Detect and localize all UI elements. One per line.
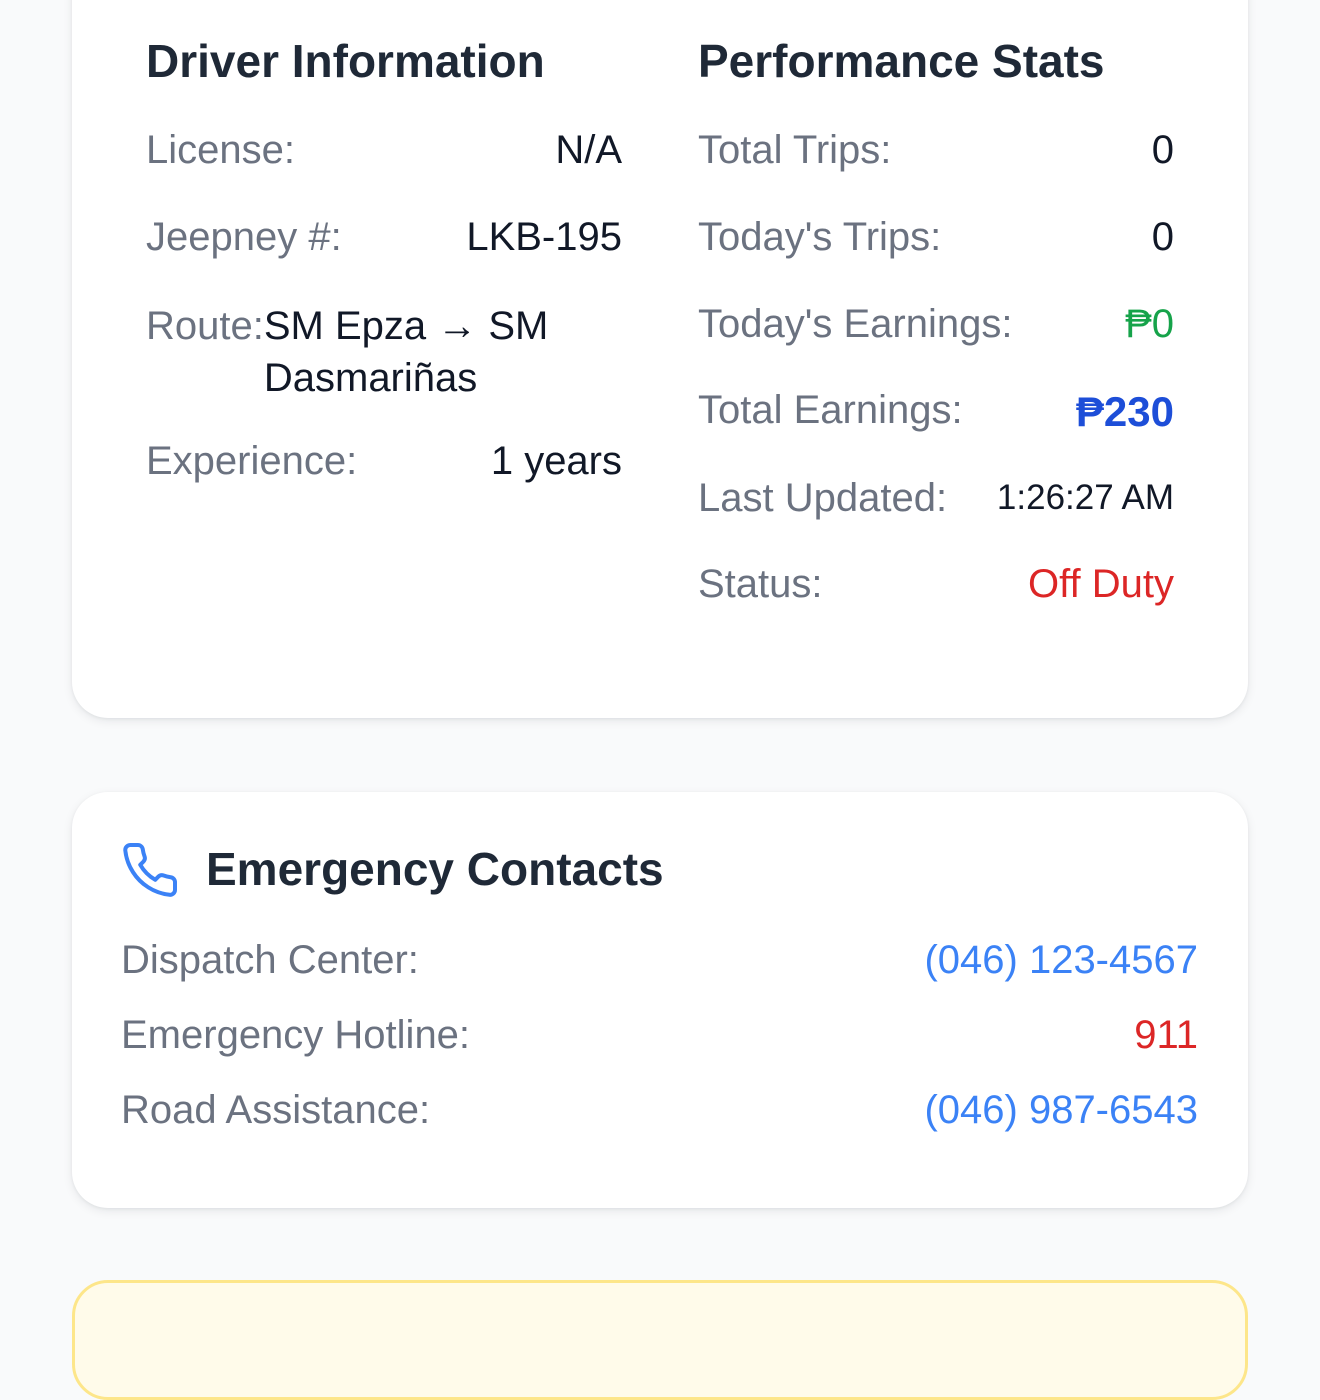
emergency-contacts-title: Emergency Contacts xyxy=(206,843,664,895)
status-row: Status: Off Duty xyxy=(698,562,1174,607)
jeepney-label: Jeepney #: xyxy=(146,215,342,259)
total-earnings-label: Total Earnings: xyxy=(698,388,963,432)
emergency-hotline-phone-link[interactable]: 911 xyxy=(1134,1013,1198,1058)
contact-row: Dispatch Center: (046) 123-4567 xyxy=(121,938,1198,983)
contact-row: Road Assistance: (046) 987-6543 xyxy=(121,1088,1198,1133)
license-value: N/A xyxy=(555,128,622,172)
last-updated-value: 1:26:27 AM xyxy=(996,478,1174,517)
dispatch-center-phone-link[interactable]: (046) 123-4567 xyxy=(924,938,1198,983)
experience-row: Experience: 1 years xyxy=(146,439,622,484)
todays-trips-label: Today's Trips: xyxy=(698,215,942,259)
todays-earnings-label: Today's Earnings: xyxy=(698,302,1013,346)
driver-information-title: Driver Information xyxy=(146,35,545,87)
total-earnings-value: ₱230 xyxy=(1075,388,1174,435)
notice-card xyxy=(72,1280,1248,1400)
license-label: License: xyxy=(146,128,295,172)
total-earnings-row: Total Earnings: ₱230 xyxy=(698,388,1174,436)
total-trips-label: Total Trips: xyxy=(698,128,892,172)
road-assistance-phone-link[interactable]: (046) 987-6543 xyxy=(924,1088,1198,1133)
last-updated-row: Last Updated: 1:26:27 AM xyxy=(698,476,1174,521)
route-value: SM Epza → SM Dasmariñas xyxy=(263,304,549,400)
todays-trips-value: 0 xyxy=(1151,215,1174,259)
todays-earnings-value: ₱0 xyxy=(1125,302,1174,346)
total-trips-value: 0 xyxy=(1151,128,1174,172)
contact-label: Emergency Hotline: xyxy=(121,1013,471,1057)
route-label: Route: xyxy=(146,304,264,348)
todays-trips-row: Today's Trips: 0 xyxy=(698,215,1174,260)
last-updated-label: Last Updated: xyxy=(698,476,948,520)
experience-label: Experience: xyxy=(146,439,358,483)
contact-label: Road Assistance: xyxy=(121,1088,431,1132)
contact-row: Emergency Hotline: 911 xyxy=(121,1013,1198,1058)
route-row: Route: SM Epza → SM Dasmariñas xyxy=(146,300,594,404)
total-trips-row: Total Trips: 0 xyxy=(698,128,1174,173)
license-row: License: N/A xyxy=(146,128,622,173)
jeepney-row: Jeepney #: LKB-195 xyxy=(146,215,622,260)
experience-value: 1 years xyxy=(490,439,622,483)
phone-icon xyxy=(123,843,178,897)
todays-earnings-row: Today's Earnings: ₱0 xyxy=(698,302,1174,347)
status-value: Off Duty xyxy=(1028,562,1174,606)
status-label: Status: xyxy=(698,562,823,606)
contact-label: Dispatch Center: xyxy=(121,938,419,982)
performance-stats-title: Performance Stats xyxy=(698,35,1105,87)
jeepney-value: LKB-195 xyxy=(466,215,622,259)
